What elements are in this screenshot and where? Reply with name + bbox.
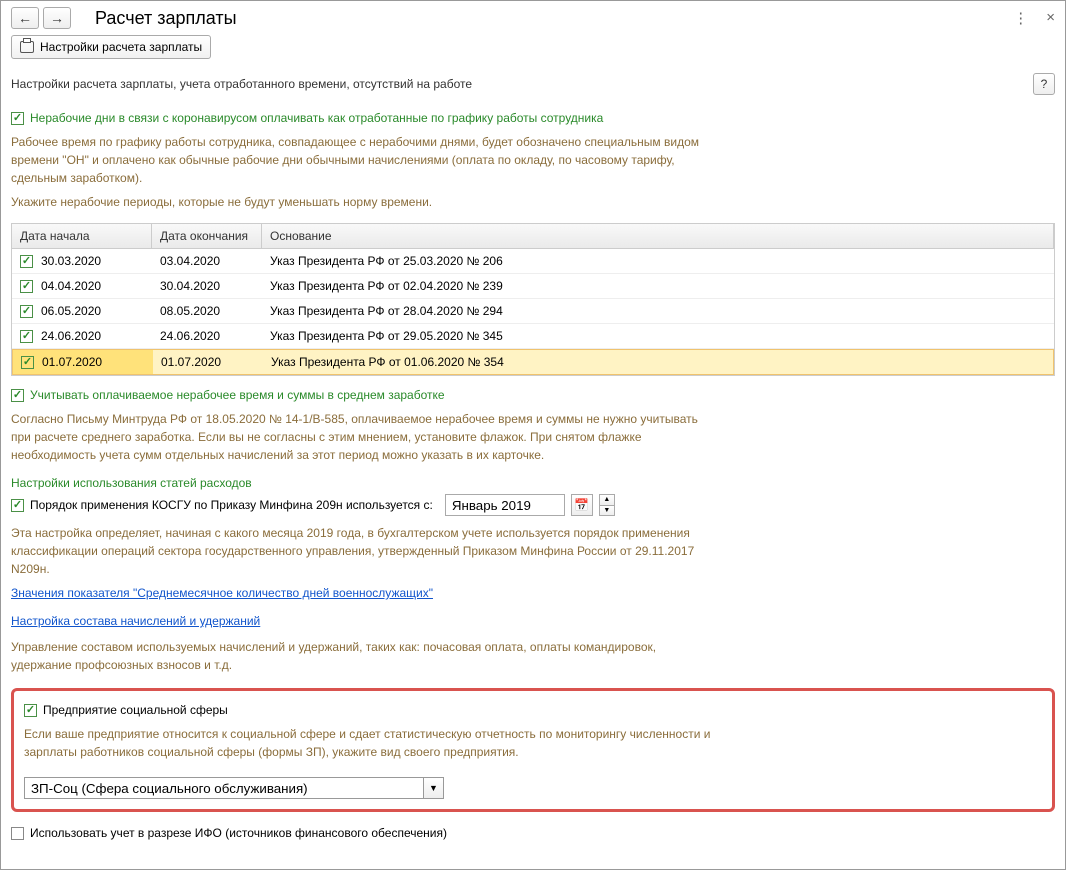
kosgu-checkbox[interactable] — [11, 499, 24, 512]
menu-icon[interactable]: ⋮ — [1013, 9, 1028, 27]
periods-table: Дата начала Дата окончания Основание 30.… — [11, 223, 1055, 376]
row-basis: Указ Президента РФ от 29.05.2020 № 345 — [270, 329, 503, 343]
row-basis: Указ Президента РФ от 02.04.2020 № 239 — [270, 279, 503, 293]
social-select[interactable] — [24, 777, 424, 799]
salary-settings-button[interactable]: Настройки расчета зарплаты — [11, 35, 211, 59]
chevron-down-icon[interactable]: ▼ — [424, 777, 444, 799]
avg-earnings-checkbox[interactable] — [11, 389, 24, 402]
accruals-description: Управление составом используемых начисле… — [1, 632, 721, 680]
forward-button[interactable]: → — [43, 7, 71, 29]
col-start: Дата начала — [12, 224, 152, 248]
avg-earnings-label: Учитывать оплачиваемое нерабочее время и… — [30, 388, 445, 402]
date-spinner[interactable]: ▲▼ — [599, 494, 615, 516]
kosgu-label: Порядок применения КОСГУ по Приказу Минф… — [30, 498, 433, 512]
help-button[interactable]: ? — [1033, 73, 1055, 95]
table-row[interactable]: 24.06.2020 24.06.2020 Указ Президента РФ о… — [12, 324, 1054, 349]
covid-checkbox[interactable] — [11, 112, 24, 125]
page-title: Расчет зарплаты — [95, 8, 237, 29]
covid-description: Рабочее время по графику работы сотрудни… — [1, 127, 721, 193]
row-end: 30.04.2020 — [160, 279, 220, 293]
row-end: 08.05.2020 — [160, 304, 220, 318]
row-start: 01.07.2020 — [42, 355, 102, 369]
col-end: Дата окончания — [152, 224, 262, 248]
kosgu-date-input[interactable] — [445, 494, 565, 516]
ifo-checkbox[interactable] — [11, 827, 24, 840]
table-row[interactable]: 06.05.2020 08.05.2020 Указ Президента РФ о… — [12, 299, 1054, 324]
row-checkbox[interactable] — [21, 356, 34, 369]
col-basis: Основание — [262, 224, 1054, 248]
kosgu-description: Эта настройка определяет, начиная с како… — [1, 518, 721, 584]
social-highlight-box: Предприятие социальной сферы Если ваше п… — [11, 688, 1055, 812]
table-row[interactable]: 01.07.2020 01.07.2020 Указ Президента РФ о… — [12, 349, 1054, 375]
row-start: 24.06.2020 — [41, 329, 101, 343]
row-start: 06.05.2020 — [41, 304, 101, 318]
row-checkbox[interactable] — [20, 330, 33, 343]
calendar-icon[interactable]: 📅 — [571, 494, 593, 516]
subtitle: Настройки расчета зарплаты, учета отрабо… — [11, 77, 472, 91]
table-row[interactable]: 30.03.2020 03.04.2020 Указ Президента РФ о… — [12, 249, 1054, 274]
row-basis: Указ Президента РФ от 28.04.2020 № 294 — [270, 304, 503, 318]
row-end: 03.04.2020 — [160, 254, 220, 268]
salary-settings-label: Настройки расчета зарплаты — [40, 40, 202, 54]
row-checkbox[interactable] — [20, 280, 33, 293]
table-row[interactable]: 04.04.2020 30.04.2020 Указ Президента РФ о… — [12, 274, 1054, 299]
row-basis: Указ Президента РФ от 25.03.2020 № 206 — [270, 254, 503, 268]
row-end: 24.06.2020 — [160, 329, 220, 343]
social-checkbox-label: Предприятие социальной сферы — [43, 703, 228, 717]
back-button[interactable]: ← — [11, 7, 39, 29]
covid-checkbox-label: Нерабочие дни в связи с коронавирусом оп… — [30, 111, 603, 125]
printer-icon — [20, 41, 34, 53]
social-checkbox[interactable] — [24, 704, 37, 717]
row-checkbox[interactable] — [20, 305, 33, 318]
ifo-checkbox-label: Использовать учет в разрезе ИФО (источни… — [30, 826, 447, 840]
avg-days-link[interactable]: Значения показателя "Среднемесячное коли… — [11, 584, 433, 602]
row-end: 01.07.2020 — [161, 355, 221, 369]
row-start: 04.04.2020 — [41, 279, 101, 293]
avg-earnings-description: Согласно Письму Минтруда РФ от 18.05.202… — [1, 404, 721, 470]
row-checkbox[interactable] — [20, 255, 33, 268]
social-description: Если ваше предприятие относится к социал… — [20, 719, 720, 767]
row-basis: Указ Президента РФ от 01.06.2020 № 354 — [271, 355, 504, 369]
row-start: 30.03.2020 — [41, 254, 101, 268]
accruals-link[interactable]: Настройка состава начислений и удержаний — [11, 612, 260, 630]
close-icon[interactable]: × — [1046, 9, 1055, 27]
covid-periods-hint: Укажите нерабочие периоды, которые не бу… — [1, 193, 721, 217]
expenses-heading: Настройки использования статей расходов — [1, 470, 721, 492]
